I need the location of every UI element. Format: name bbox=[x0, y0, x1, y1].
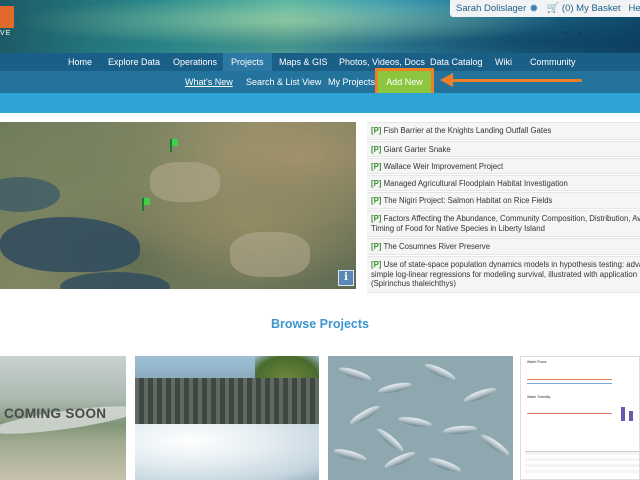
subnav-whats-new[interactable]: What's New bbox=[185, 71, 233, 93]
help-link[interactable]: Help bbox=[629, 3, 640, 14]
thumbnail-image bbox=[135, 378, 319, 426]
nav-projects[interactable]: Projects bbox=[223, 53, 272, 71]
nav-wiki[interactable]: Wiki bbox=[495, 53, 512, 71]
gear-icon[interactable]: ✹ bbox=[529, 2, 538, 15]
birds-decoration: ⌄ ⌄ ⌄ bbox=[560, 22, 600, 37]
nav-data-catalog[interactable]: Data Catalog bbox=[430, 53, 483, 71]
nav-home[interactable]: Home bbox=[68, 53, 92, 71]
mini-chart-bar bbox=[621, 407, 625, 421]
mini-data-table bbox=[525, 451, 639, 476]
mini-chart-line bbox=[527, 379, 612, 380]
mini-chart-line bbox=[527, 383, 612, 384]
project-item[interactable]: [P] Fish Barrier at the Knights Landing … bbox=[367, 122, 640, 140]
mini-chart-title: Water Turbidity bbox=[527, 395, 551, 399]
fish-image bbox=[478, 431, 512, 459]
fish-image bbox=[427, 455, 463, 475]
project-thumbnail[interactable]: Water Flows Water Turbidity bbox=[520, 356, 640, 480]
project-thumbnail[interactable]: COMING SOON bbox=[0, 356, 126, 480]
map-urban-area bbox=[150, 162, 220, 202]
browse-projects-heading: Browse Projects bbox=[271, 317, 369, 331]
project-thumbnail[interactable] bbox=[135, 356, 319, 480]
fish-image bbox=[337, 364, 373, 384]
main-nav: Home Explore Data Operations Projects Ma… bbox=[0, 53, 640, 71]
fish-image bbox=[382, 449, 418, 471]
nav-community[interactable]: Community bbox=[530, 53, 576, 71]
fish-image bbox=[442, 424, 478, 436]
thumbnail-image bbox=[135, 424, 319, 480]
section-band bbox=[0, 93, 640, 113]
user-utility-bar: Sarah Dolislager ✹ 🛒 (0) My Basket Help bbox=[450, 0, 640, 17]
projects-map[interactable] bbox=[0, 122, 356, 289]
fish-image bbox=[374, 426, 406, 454]
add-new-button[interactable]: Add New bbox=[378, 71, 431, 93]
map-marker[interactable] bbox=[170, 139, 178, 152]
site-logo[interactable] bbox=[0, 6, 14, 28]
mini-chart-title: Water Flows bbox=[527, 360, 547, 364]
basket-icon[interactable]: 🛒 bbox=[546, 3, 558, 14]
fish-image bbox=[348, 403, 382, 427]
project-item[interactable]: [P] Giant Garter Snake bbox=[367, 141, 640, 157]
map-urban-area bbox=[230, 232, 310, 277]
annotation-arrow-line bbox=[452, 79, 582, 82]
map-marker[interactable] bbox=[142, 198, 150, 211]
fish-image bbox=[462, 385, 498, 405]
fish-image bbox=[332, 446, 368, 464]
subnav-search-list-view[interactable]: Search & List View bbox=[246, 71, 321, 93]
user-name-link[interactable]: Sarah Dolislager bbox=[456, 3, 526, 14]
projects-sub-nav: What's New Search & List View My Project… bbox=[0, 71, 640, 93]
basket-link[interactable]: (0) My Basket bbox=[562, 3, 621, 14]
fish-image bbox=[377, 380, 413, 396]
fish-image bbox=[422, 361, 458, 383]
project-item[interactable]: [P] Managed Agricultural Floodplain Habi… bbox=[367, 175, 640, 191]
subnav-my-projects[interactable]: My Projects bbox=[328, 71, 375, 93]
project-item[interactable]: [P] Wallace Weir Improvement Project bbox=[367, 158, 640, 174]
mini-chart-bar bbox=[629, 411, 633, 421]
mini-chart-line bbox=[527, 413, 612, 414]
project-item[interactable]: [P] Use of state-space population dynami… bbox=[367, 256, 640, 293]
project-item[interactable]: [P] The Cosumnes River Preserve bbox=[367, 238, 640, 255]
map-info-icon[interactable]: i bbox=[338, 270, 354, 286]
nav-explore-data[interactable]: Explore Data bbox=[108, 53, 160, 71]
nav-operations[interactable]: Operations bbox=[173, 53, 217, 71]
nav-maps-gis[interactable]: Maps & GIS bbox=[279, 53, 328, 71]
site-header: VE ⌄ ⌄ ⌄ Sarah Dolislager ✹ 🛒 (0) My Bas… bbox=[0, 0, 640, 53]
fish-image bbox=[397, 415, 433, 429]
coming-soon-label: COMING SOON bbox=[4, 406, 107, 421]
project-item[interactable]: [P] The Nigiri Project: Salmon Habitat o… bbox=[367, 192, 640, 209]
project-thumbnail[interactable] bbox=[328, 356, 513, 480]
project-item[interactable]: [P] Factors Affecting the Abundance, Com… bbox=[367, 210, 640, 237]
site-logo-text: VE bbox=[0, 30, 12, 37]
